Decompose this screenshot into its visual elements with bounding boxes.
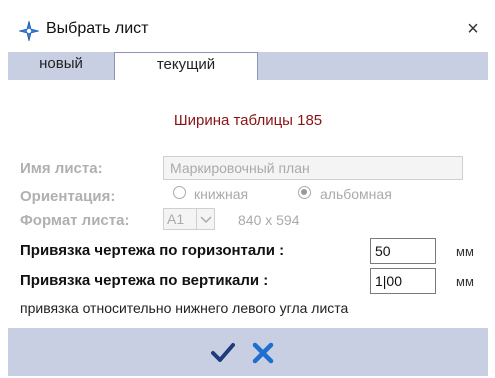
binding-note: привязка относительно нижнего левого угл…	[20, 300, 349, 316]
landscape-radio-dot	[301, 189, 307, 195]
landscape-label: альбомная	[320, 186, 392, 202]
portrait-label: книжная	[194, 186, 249, 202]
sheet-name-label: Имя листа:	[20, 160, 103, 177]
vertical-binding-label: Привязка чертежа по вертикали :	[20, 272, 269, 289]
button-bar	[8, 328, 488, 376]
vertical-binding-input[interactable]: 1|00	[370, 268, 436, 294]
tab-content: Ширина таблицы 185 Имя листа: Маркировоч…	[8, 80, 488, 328]
vertical-unit: мм	[456, 274, 474, 289]
select-sheet-dialog: Выбрать лист × новый текущий Ширина табл…	[8, 8, 488, 376]
sheet-name-input[interactable]: Маркировочный план	[163, 156, 463, 180]
app-compass-icon	[18, 20, 40, 42]
chevron-down-icon	[200, 216, 212, 224]
window-title: Выбрать лист	[46, 20, 149, 37]
format-label: Формат листа:	[20, 212, 130, 229]
format-select-arrow	[196, 209, 215, 229]
tab-current[interactable]: текущий	[114, 52, 258, 80]
format-select[interactable]: A1	[163, 208, 215, 230]
ok-checkmark-icon[interactable]	[208, 338, 238, 368]
tab-new[interactable]: новый	[8, 52, 114, 80]
horizontal-binding-input[interactable]: 50	[370, 238, 436, 264]
format-select-value: A1	[167, 211, 185, 227]
table-width-text: Ширина таблицы 185	[173, 112, 323, 129]
landscape-radio[interactable]	[298, 186, 311, 199]
horizontal-unit: мм	[456, 244, 474, 259]
portrait-radio[interactable]	[173, 186, 186, 199]
close-button[interactable]: ×	[458, 14, 488, 44]
cancel-x-icon[interactable]	[248, 338, 278, 368]
orientation-label: Ориентация:	[20, 188, 116, 205]
format-size-text: 840 x 594	[238, 212, 300, 228]
horizontal-binding-label: Привязка чертежа по горизонтали :	[20, 242, 285, 259]
title-bar: Выбрать лист ×	[8, 8, 488, 52]
tab-bar: новый текущий	[8, 52, 488, 80]
